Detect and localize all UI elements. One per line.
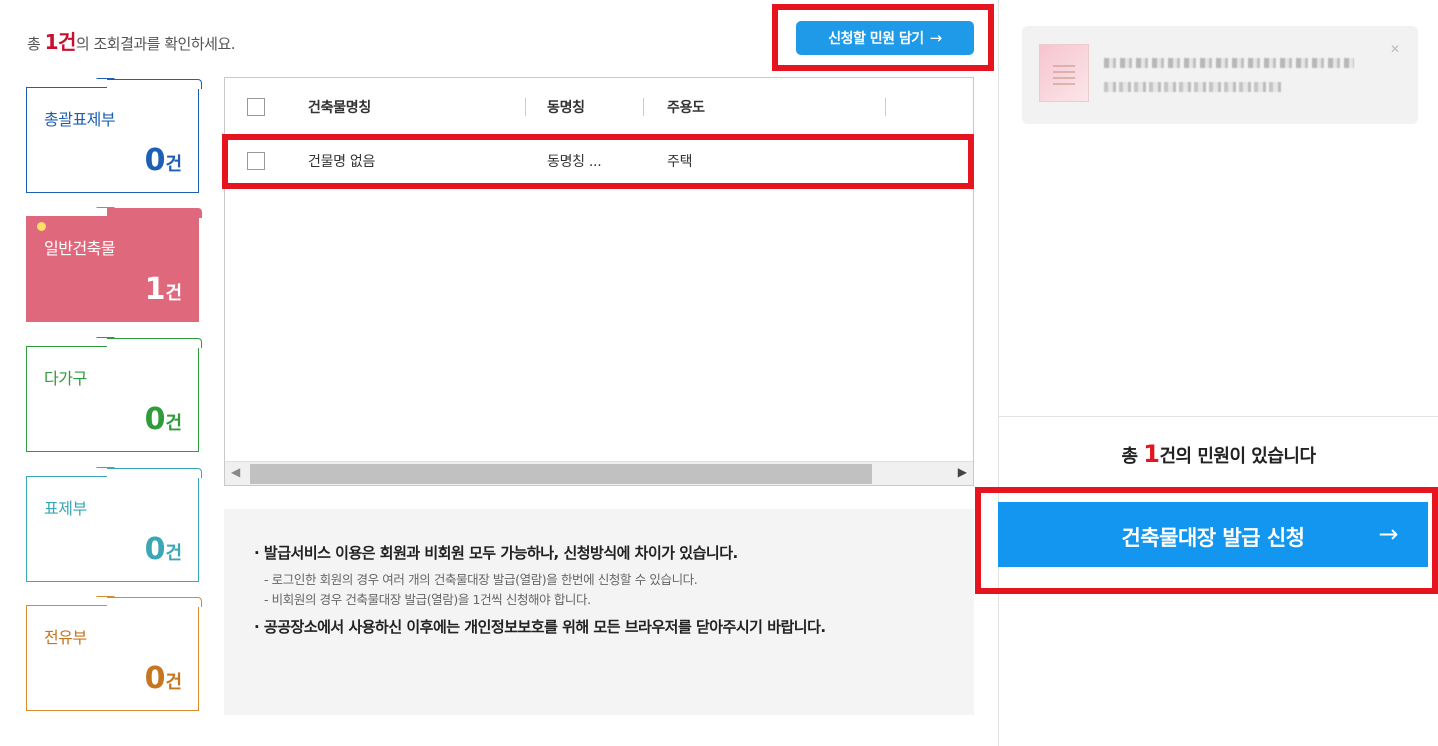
ad-blurred-text [1104, 82, 1284, 92]
result-summary: 총 1건의 조회결과를 확인하세요. [27, 26, 236, 55]
close-icon[interactable]: ✕ [1390, 42, 1400, 56]
scroll-left-icon[interactable]: ◀ [231, 465, 240, 479]
category-count: 1건 [144, 272, 182, 307]
summary-suffix: 의 조회결과를 확인하세요. [75, 35, 236, 53]
add-to-cart-label: 신청할 민원 담기 [828, 31, 924, 47]
row-select-cell [247, 137, 265, 185]
ad-blurred-text [1104, 58, 1354, 68]
active-dot-icon [37, 222, 46, 231]
column-header[interactable]: 동명칭 [547, 78, 585, 136]
category-card-exclusive[interactable]: 전유부 0건 [26, 597, 202, 711]
notice-line: · 공공장소에서 사용하신 이후에는 개인정보보호를 위해 모든 브라우저를 닫… [254, 618, 826, 636]
request-count: 총 1건의 민원이 있습니다 [1121, 440, 1316, 468]
ad-banner[interactable]: ✕ [1022, 26, 1418, 124]
dong-name-cell: 동명칭 ... [547, 154, 602, 170]
category-count: 0건 [144, 402, 182, 437]
notice-line: · 발급서비스 이용은 회원과 비회원 모두 가능하나, 신청방식에 차이가 있… [254, 544, 738, 562]
main-use-cell: 주택 [667, 154, 693, 170]
category-count: 0건 [144, 532, 182, 567]
row-checkbox[interactable] [247, 152, 265, 170]
arrow-right-icon: → [1378, 520, 1398, 548]
horizontal-scrollbar[interactable]: ◀ ▶ [225, 461, 973, 485]
column-divider [525, 98, 526, 116]
panel-divider [998, 0, 999, 746]
category-card-multi-household[interactable]: 다가구 0건 [26, 338, 202, 452]
category-name: 표제부 [44, 499, 87, 518]
notice-box: · 발급서비스 이용은 회원과 비회원 모두 가능하나, 신청방식에 차이가 있… [224, 509, 974, 715]
category-card-summary[interactable]: 총괄표제부 0건 [26, 79, 202, 193]
category-name: 전유부 [44, 628, 87, 647]
notice-subline: - 로그인한 회원의 경우 여러 개의 건축물대장 발급(열람)을 한번에 신청… [264, 572, 698, 587]
column-header[interactable]: 주용도 [667, 78, 705, 136]
ad-thumbnail [1039, 44, 1089, 102]
category-card-general[interactable]: 일반건축물 1건 [26, 208, 202, 322]
summary-count: 1건 [44, 30, 77, 54]
category-name: 다가구 [44, 369, 87, 388]
results-grid: 건축물명칭 동명칭 주용도 건물명 없음 동명칭 ... 주택 ◀ ▶ [224, 77, 974, 486]
column-header[interactable]: 건축물명칭 [308, 78, 371, 136]
grid-header: 건축물명칭 동명칭 주용도 [225, 78, 973, 136]
arrow-right-icon: → [929, 29, 943, 47]
summary-prefix: 총 [27, 35, 45, 53]
category-name: 총괄표제부 [44, 110, 116, 129]
notice-subline: - 비회원의 경우 건축물대장 발급(열람)을 1건씩 신청해야 합니다. [264, 592, 591, 607]
column-divider [885, 98, 886, 116]
scrollbar-thumb[interactable] [250, 464, 872, 484]
select-all-cell [247, 78, 265, 136]
scroll-right-icon[interactable]: ▶ [958, 465, 967, 479]
add-to-cart-button[interactable]: 신청할 민원 담기 → [796, 21, 974, 55]
column-divider [643, 98, 644, 116]
category-name: 일반건축물 [44, 239, 116, 258]
panel-divider [999, 416, 1438, 417]
select-all-checkbox[interactable] [247, 98, 265, 116]
category-count: 0건 [144, 661, 182, 696]
building-name-cell: 건물명 없음 [308, 154, 376, 170]
category-card-title[interactable]: 표제부 0건 [26, 468, 202, 582]
issue-request-label: 건축물대장 발급 신청 [1121, 526, 1305, 550]
issue-request-button[interactable]: 건축물대장 발급 신청 → [998, 502, 1428, 567]
table-row[interactable]: 건물명 없음 동명칭 ... 주택 [225, 136, 973, 186]
request-count-value: 1 [1143, 440, 1160, 468]
category-count: 0건 [144, 143, 182, 178]
